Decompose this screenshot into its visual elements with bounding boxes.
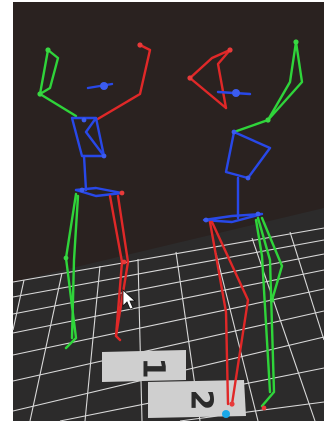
skeleton-viewport[interactable]: 1 2 — [0, 0, 326, 423]
floor-origin-marker — [222, 410, 230, 418]
floor-marker-1-label: 1 — [136, 358, 171, 379]
floor-marker-2: 2 — [148, 380, 246, 418]
floor-marker-1: 1 — [102, 350, 186, 382]
floor-marker-2-label: 2 — [184, 390, 219, 411]
